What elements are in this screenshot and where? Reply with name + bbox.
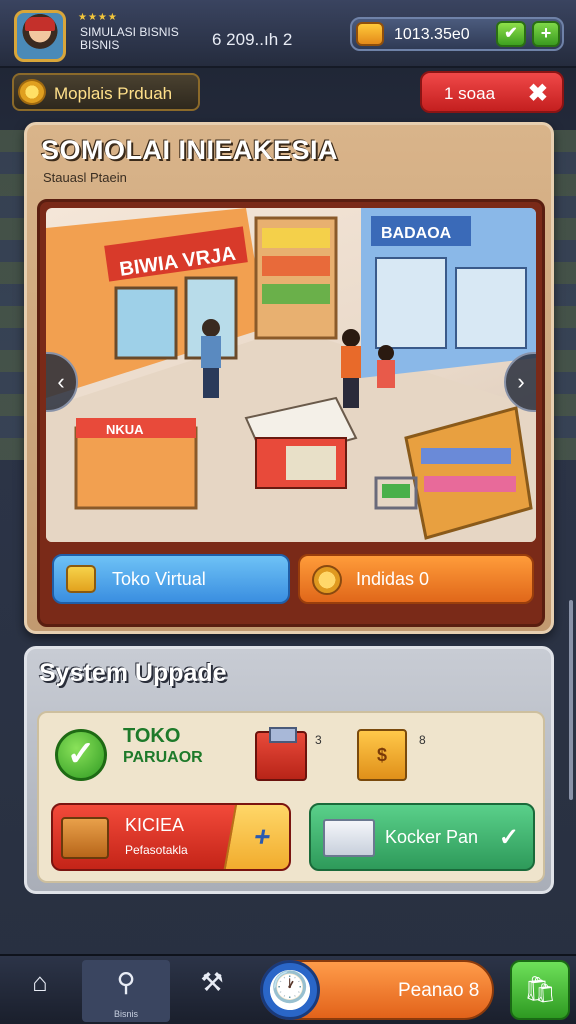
indidas-button[interactable]: Indidas 0 [298, 554, 534, 604]
toko-line-2: PARUAOR [123, 749, 203, 766]
counter-sign-text: NKUA [106, 422, 144, 437]
score-value: 6 209..ıh 2 [212, 30, 293, 49]
indidas-label: Indidas 0 [356, 569, 430, 589]
nav-map-label: Bisnis [113, 1009, 138, 1019]
mode-selector[interactable]: Moplais Prduah [12, 73, 200, 111]
kocker-pan-button[interactable]: Kocker Pan ✓ [309, 803, 535, 871]
mode-label: Moplais Prduah [54, 84, 173, 103]
gold-box-icon[interactable]: $ [357, 729, 407, 781]
plus-icon: + [540, 23, 552, 43]
timer-label: Peanao 8 [398, 980, 480, 1001]
shop-button[interactable]: 🛍 [510, 960, 570, 1020]
printer-icon [323, 819, 375, 857]
kiciea-title: KICIEA [125, 815, 185, 835]
system-upgrade-title: System Uppade [39, 659, 227, 687]
timer-button[interactable]: 🕐 Peanao 8 [260, 960, 494, 1020]
card-subtitle: Stauasl Ptaein [43, 170, 127, 185]
scene-frame: BIWIA VRJA BADAOA NKUA ‹ › Toko Virtual … [37, 199, 545, 627]
gold-box-count: 8 [419, 733, 426, 747]
top-bar: ★★★★ SIMULASI BISNIS BISNIS 6 209..ıh 2 … [0, 0, 576, 68]
red-box-count: 3 [315, 733, 322, 747]
chest-icon [61, 817, 109, 859]
right-store-sign-text: BADAOA [381, 225, 452, 242]
gold-coin-icon [18, 79, 46, 105]
nav-map[interactable]: ⚲ Bisnis [82, 960, 170, 1022]
map-pin-icon: ⚲ [116, 967, 136, 997]
check-icon: ✓ [498, 824, 519, 851]
coin-icon [312, 565, 342, 595]
close-label: 1 soaa [444, 84, 496, 103]
player-title: SIMULASI BISNIS BISNIS [80, 25, 179, 52]
currency-box: 1013.35e0 ✔ + [350, 17, 564, 51]
card-title: SOMOLAI INIEAKESIA [41, 135, 339, 165]
currency-value: 1013.35e0 [394, 26, 470, 43]
nav-build[interactable]: ⚒ [176, 960, 248, 1022]
scrollbar[interactable] [569, 600, 573, 800]
toko-virtual-label: Toko Virtual [112, 569, 206, 589]
toko-virtual-button[interactable]: Toko Virtual [52, 554, 290, 604]
hat-icon [25, 17, 55, 31]
chevron-right-icon: › [517, 369, 525, 394]
toko-line-1: TOKO [123, 725, 181, 747]
nav-home[interactable]: ⌂ [6, 960, 74, 1022]
checkmark-icon: ✓ [55, 729, 107, 781]
kiciea-button[interactable]: KICIEA Pefasotakla + [51, 803, 291, 871]
store-icon [66, 565, 96, 593]
close-button[interactable]: 1 soaa ✖ [420, 71, 564, 113]
store-scene[interactable]: BIWIA VRJA BADAOA NKUA ‹ › [46, 208, 536, 542]
toko-upgrade-text: TOKO PARUAOR [123, 725, 203, 769]
plus-icon: + [222, 805, 289, 869]
player-avatar[interactable] [14, 10, 66, 62]
rating-stars: ★★★★ [78, 12, 118, 23]
check-icon: ✔ [504, 25, 518, 42]
bottom-navigation: ⌂ ⚲ Bisnis ⚒ 🕐 Peanao 8 🛍 [0, 954, 576, 1024]
confirm-button[interactable]: ✔ [496, 21, 526, 47]
kocker-pan-label: Kocker Pan [385, 827, 479, 847]
shopping-bag-icon: 🛍 [523, 974, 557, 1004]
red-box-icon[interactable] [255, 727, 307, 781]
add-currency-button[interactable]: + [532, 21, 560, 47]
upgrade-content: ✓ TOKO PARUAOR 3 $ 8 KICIEA Pefasotakla … [37, 711, 545, 883]
store-illustration: BIWIA VRJA BADAOA NKUA [46, 208, 536, 542]
clock-icon: 🕐 [260, 960, 320, 1020]
chevron-left-icon: ‹ [57, 369, 65, 394]
gold-box-mark: $ [376, 745, 387, 765]
kiciea-subtitle: Pefasotakla [125, 843, 188, 857]
system-upgrade-panel: System Uppade ✓ TOKO PARUAOR 3 $ 8 KICIE… [24, 646, 554, 894]
home-icon: ⌂ [32, 967, 48, 997]
hammer-icon: ⚒ [200, 967, 224, 997]
wallet-icon [356, 22, 384, 46]
simulation-card: SOMOLAI INIEAKESIA Stauasl Ptaein BIWIA … [24, 122, 554, 634]
close-icon: ✖ [527, 80, 548, 107]
